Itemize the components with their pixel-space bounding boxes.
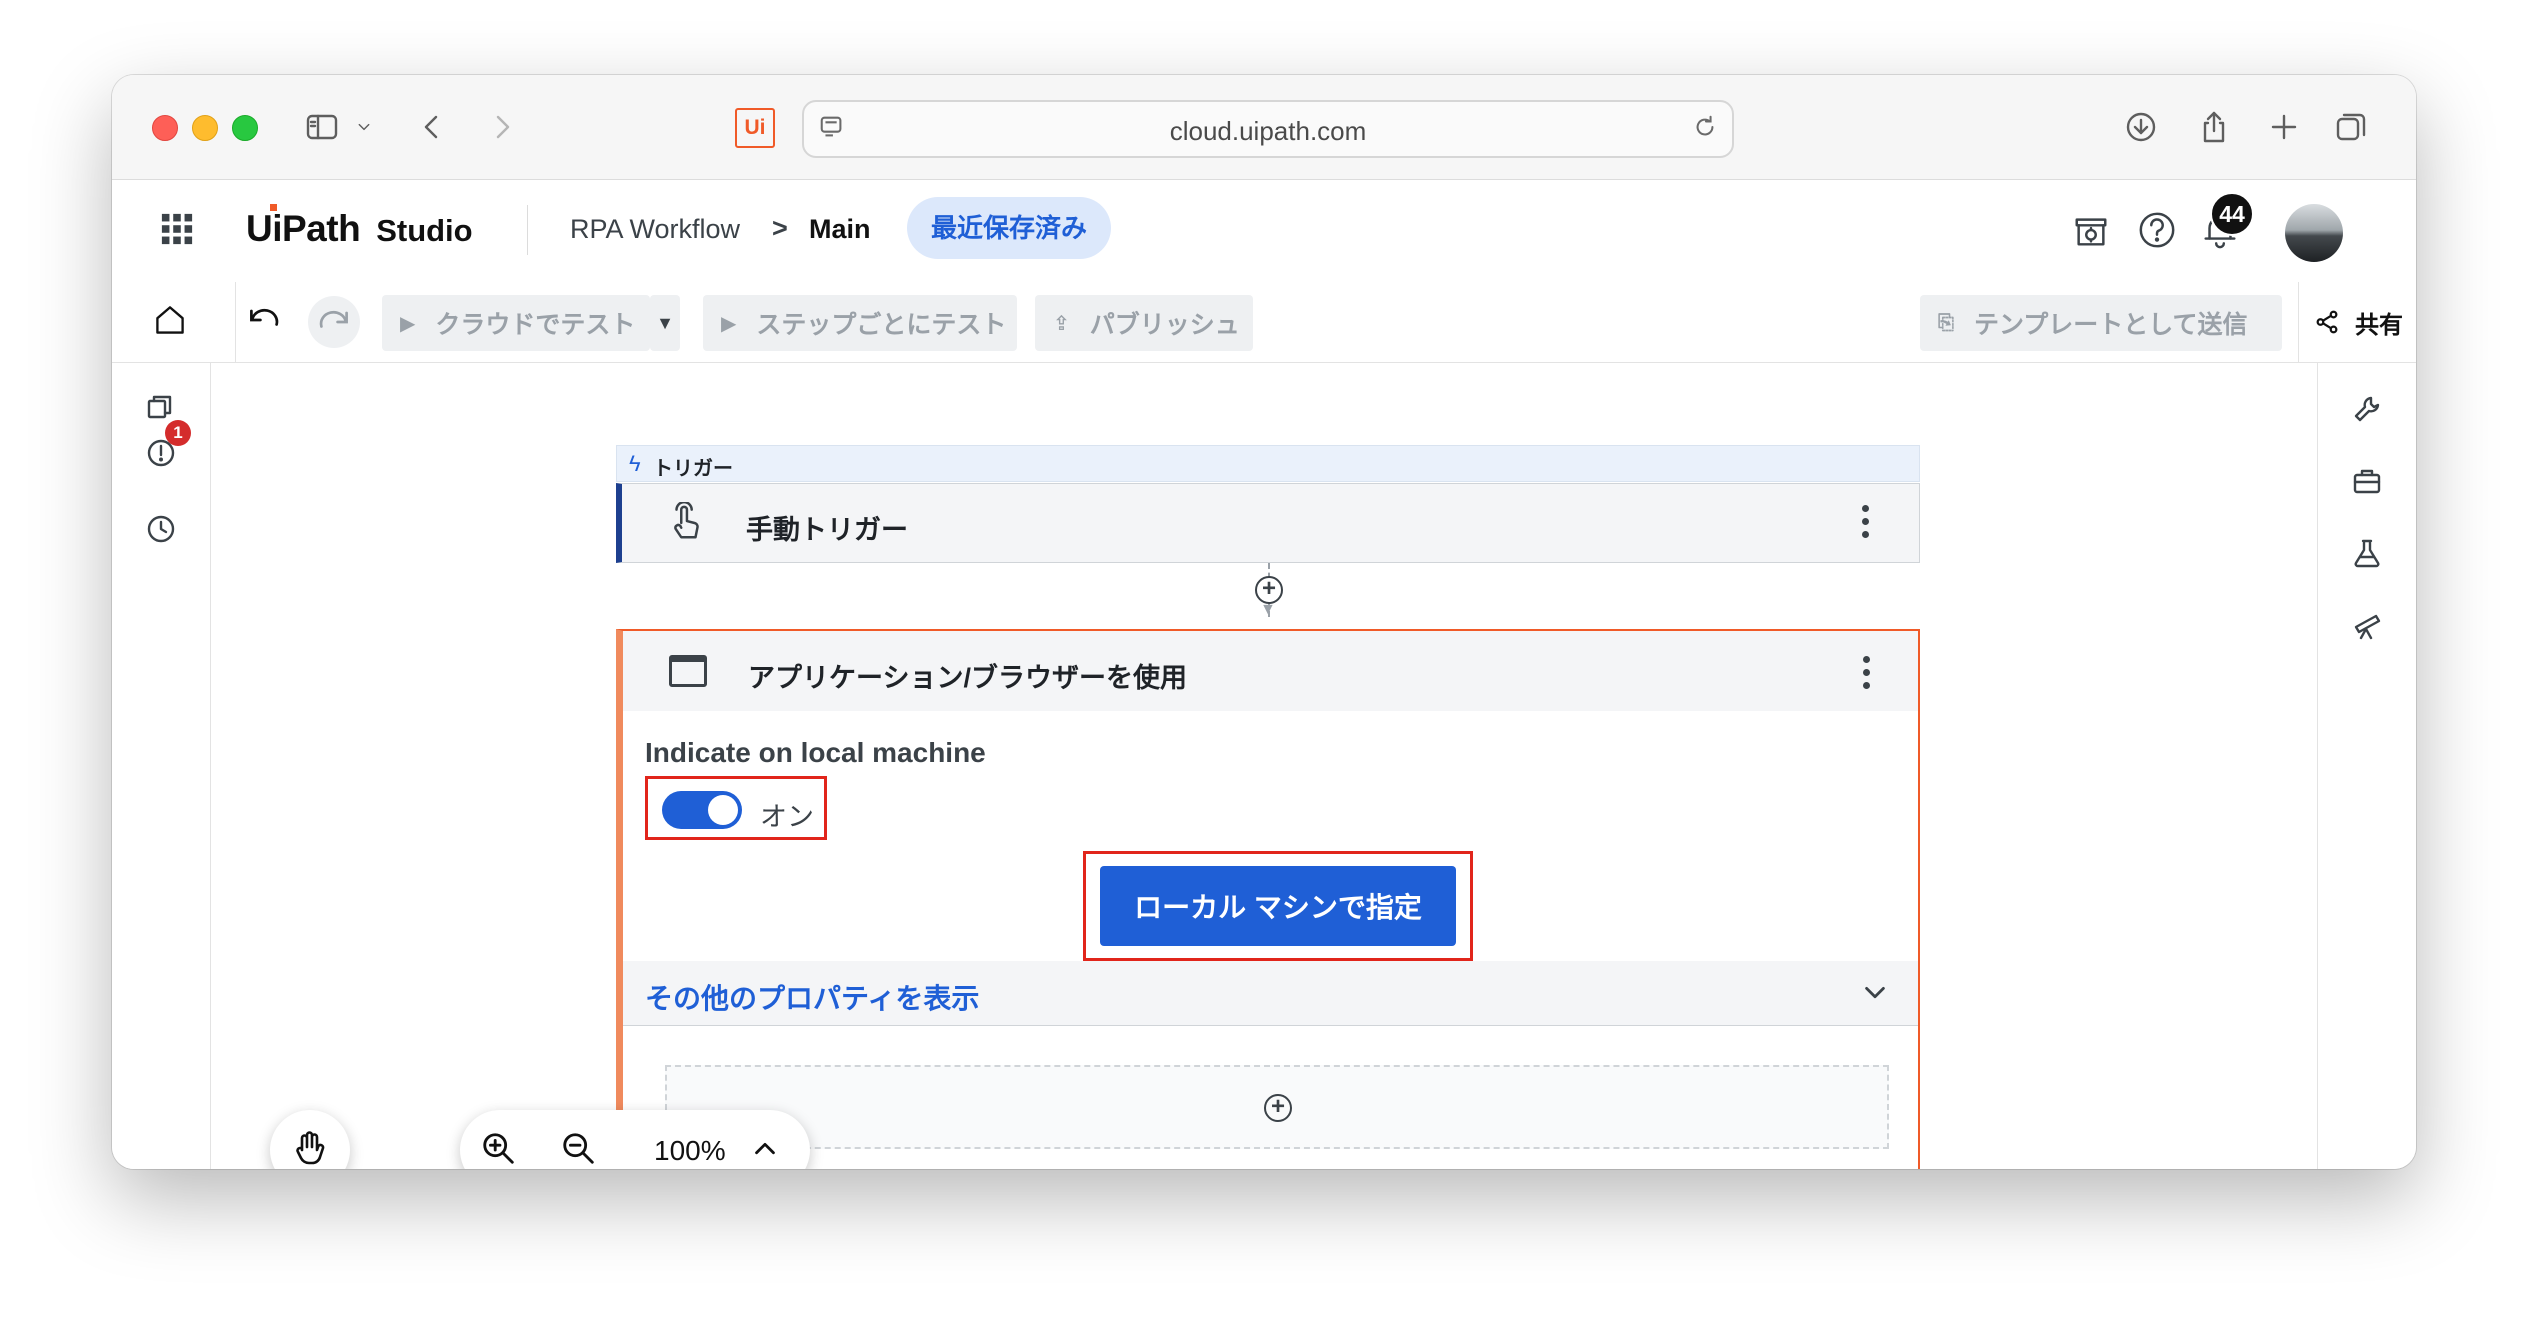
close-window-button[interactable] <box>152 115 178 141</box>
back-icon[interactable] <box>410 105 454 149</box>
test-step-button[interactable]: ▶ ステップごとにテスト <box>703 295 1017 351</box>
save-status-badge: 最近保存済み <box>907 197 1112 259</box>
browser-titlebar: Ui cloud.uipath.com <box>112 75 2416 180</box>
play-icon: ▶ <box>400 312 416 335</box>
chevron-up-icon[interactable] <box>750 1134 782 1166</box>
breadcrumb-project[interactable]: RPA Workflow <box>570 214 740 245</box>
pointer-hand-icon <box>667 500 707 546</box>
brand-product: Studio <box>376 213 473 248</box>
toolbar-divider <box>235 282 236 362</box>
notification-badge: 44 <box>2210 192 2254 236</box>
minimize-window-button[interactable] <box>192 115 218 141</box>
telescope-icon[interactable] <box>2345 603 2389 647</box>
undo-icon[interactable] <box>246 302 286 342</box>
breadcrumb-current: Main <box>809 214 871 244</box>
uipath-logo[interactable]: UiPath Studio <box>246 204 473 252</box>
hand-icon <box>296 1131 325 1165</box>
zoom-out-icon[interactable] <box>560 1130 600 1169</box>
test-cloud-dropdown[interactable]: ▼ <box>650 295 680 351</box>
site-favicon: Ui <box>735 108 775 148</box>
sidebar-toggle-icon[interactable] <box>300 105 344 149</box>
add-step-icon[interactable]: + <box>1255 576 1283 604</box>
zoom-level[interactable]: 100% <box>654 1135 726 1167</box>
zoom-control-bar: 100% <box>460 1110 810 1169</box>
trigger-band-label: トリガー <box>653 458 733 480</box>
chevron-down-icon[interactable] <box>1861 979 1891 1009</box>
workflow-canvas[interactable]: ϟ トリガー 手動トリガー + ▼ アプリケーション/ブラウザーを使用 Indi… <box>211 363 2317 1169</box>
more-properties-row[interactable]: その他のプロパティを表示 <box>623 961 1918 1026</box>
add-activity-icon[interactable]: + <box>1264 1094 1292 1122</box>
publish-label: パブリッシュ <box>1089 311 1240 339</box>
forward-icon[interactable] <box>480 105 524 149</box>
indicate-local-button[interactable]: ローカル マシンで指定 <box>1100 866 1456 946</box>
marketplace-icon[interactable] <box>2072 212 2112 252</box>
history-icon[interactable] <box>139 507 183 551</box>
zoom-window-button[interactable] <box>232 115 258 141</box>
drop-zone[interactable]: + <box>665 1065 1889 1149</box>
help-icon[interactable] <box>2137 210 2179 252</box>
share-nodes-icon <box>2316 310 2338 334</box>
activity-header: アプリケーション/ブラウザーを使用 <box>623 631 1918 711</box>
toggle-state-label: オン <box>760 802 814 832</box>
send-template-button[interactable]: ⎘ テンプレートとして送信 <box>1920 295 2282 351</box>
redo-icon[interactable] <box>308 296 360 348</box>
wrench-icon[interactable] <box>2345 387 2389 431</box>
browser-window: Ui cloud.uipath.com UiPath Studio RPA Wo… <box>112 75 2416 1169</box>
use-application-card[interactable]: アプリケーション/ブラウザーを使用 Indicate on local mach… <box>616 629 1920 1169</box>
home-icon[interactable] <box>152 302 192 342</box>
avatar[interactable] <box>2285 204 2343 262</box>
download-icon[interactable] <box>2119 105 2163 149</box>
header-divider <box>527 205 528 255</box>
app-window-icon <box>669 655 707 687</box>
pan-tool-button[interactable] <box>270 1110 350 1169</box>
tab-overview-icon[interactable] <box>2329 105 2373 149</box>
reload-icon[interactable] <box>1692 114 1720 142</box>
more-properties-label: その他のプロパティを表示 <box>645 983 980 1014</box>
right-rail <box>2317 363 2416 1169</box>
left-rail: 1 <box>112 363 211 1169</box>
toolbox-icon[interactable] <box>2345 459 2389 503</box>
caret-down-icon: ▼ <box>656 312 674 333</box>
share-label: 共有 <box>2355 311 2403 339</box>
arrow-down-icon: ▼ <box>1260 601 1276 618</box>
workflow-toolbar: ▶ クラウドでテスト ▼ ▶ ステップごとにテスト ⇪ パブリッシュ ⎘ テンプ… <box>112 282 2416 363</box>
manual-trigger-card[interactable]: 手動トリガー <box>616 483 1920 563</box>
test-cloud-button[interactable]: ▶ クラウドでテスト <box>382 295 650 351</box>
share-icon[interactable] <box>2192 105 2236 149</box>
trigger-more-icon[interactable] <box>1862 505 1872 544</box>
new-tab-icon[interactable] <box>2262 105 2306 149</box>
lightning-icon: ϟ <box>629 451 641 476</box>
toggle-knob <box>708 795 738 825</box>
chevron-down-icon[interactable] <box>342 105 386 149</box>
indicate-local-label: ローカル マシンで指定 <box>1134 892 1422 923</box>
indicate-label: Indicate on local machine <box>645 737 986 768</box>
app-header: UiPath Studio RPA Workflow > Main 最近保存済み… <box>112 180 2416 283</box>
activity-more-icon[interactable] <box>1863 656 1873 695</box>
test-cloud-label: クラウドでテスト <box>435 311 636 339</box>
error-count-badge: 1 <box>165 420 191 446</box>
breadcrumb-separator: > <box>772 213 788 243</box>
zoom-in-icon[interactable] <box>480 1130 520 1169</box>
flask-icon[interactable] <box>2345 531 2389 575</box>
share-button[interactable]: 共有 <box>2300 282 2416 362</box>
test-step-label: ステップごとにテスト <box>756 311 1007 339</box>
indicate-toggle[interactable] <box>662 791 742 829</box>
play-icon: ▶ <box>721 312 737 335</box>
publish-icon: ⇪ <box>1053 312 1070 335</box>
publish-button[interactable]: ⇪ パブリッシュ <box>1035 295 1253 351</box>
brand-logo: UiPath <box>246 208 361 249</box>
send-template-label: テンプレートとして送信 <box>1974 311 2248 339</box>
template-icon: ⎘ <box>1938 311 1954 334</box>
app-launcher-icon[interactable] <box>160 212 196 248</box>
toolbar-divider <box>2298 282 2299 362</box>
activity-title: アプリケーション/ブラウザーを使用 <box>748 663 1187 693</box>
logo-accent <box>270 204 277 211</box>
trigger-band: ϟ トリガー <box>616 445 1920 482</box>
address-bar[interactable]: cloud.uipath.com <box>802 100 1734 158</box>
url-text: cloud.uipath.com <box>1169 116 1367 146</box>
trigger-title: 手動トリガー <box>746 515 908 545</box>
